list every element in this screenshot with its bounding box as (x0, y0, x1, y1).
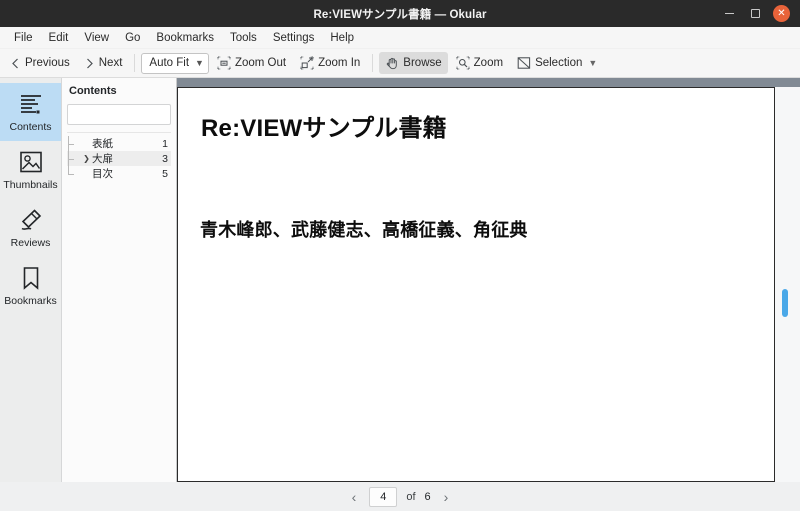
zoom-tool-label: Zoom (473, 57, 504, 69)
toc-item-label: 目次 (92, 168, 113, 180)
toc-item-page: 1 (162, 137, 168, 150)
menu-view[interactable]: View (76, 30, 117, 46)
title-bar: Re:VIEWサンプル書籍 — Okular ✕ (0, 0, 800, 27)
next-label: Next (98, 57, 123, 69)
tree-branch-icon (67, 166, 81, 181)
document-scroll-region[interactable]: Re:VIEWサンプル書籍 青木峰郎、武藤健志、高橋征義、角征典 (177, 87, 800, 482)
bookmarks-icon (18, 265, 44, 291)
vertical-scrollbar[interactable] (775, 87, 800, 482)
contents-search-field[interactable] (67, 104, 171, 125)
chevron-right-icon (84, 57, 95, 70)
sidebar-item-label: Thumbnails (3, 179, 58, 191)
window-title: Re:VIEWサンプル書籍 — Okular (313, 8, 487, 21)
document-authors-text: 青木峰郎、武藤健志、高橋征義、角征典 (200, 220, 528, 240)
toc-item-page: 3 (162, 152, 168, 165)
contents-icon (18, 91, 44, 117)
menu-bookmarks[interactable]: Bookmarks (148, 30, 222, 46)
sidebar-item-contents[interactable]: Contents (0, 83, 61, 141)
next-page-button[interactable]: Next (78, 52, 129, 74)
navigation-rail: Contents Thumbnails Reviews Bookmarks (0, 78, 62, 482)
menu-tools[interactable]: Tools (222, 30, 265, 46)
selection-icon (517, 56, 531, 70)
hand-icon (385, 56, 399, 70)
previous-label: Previous (25, 57, 70, 69)
zoom-out-button[interactable]: Zoom Out (211, 52, 292, 74)
tree-branch-icon (67, 136, 81, 151)
total-pages-label: 6 (424, 490, 431, 503)
zoom-out-icon (217, 56, 231, 70)
chevron-down-icon: ▼ (195, 58, 204, 68)
contents-search-input[interactable] (68, 105, 170, 125)
zoom-tool-button[interactable]: Zoom (450, 52, 509, 74)
zoom-in-label: Zoom In (318, 57, 361, 69)
selection-label: Selection (535, 57, 583, 69)
chevron-left-icon (10, 57, 21, 70)
toolbar-separator-2 (372, 54, 374, 72)
contents-panel-title: Contents (69, 85, 117, 97)
toolbar-separator-1 (134, 54, 136, 72)
browse-tool-button[interactable]: Browse (379, 52, 448, 74)
sidebar-item-bookmarks[interactable]: Bookmarks (0, 257, 61, 315)
document-top-separator (177, 78, 800, 87)
menu-bar: File Edit View Go Bookmarks Tools Settin… (0, 27, 800, 49)
toc-tree: 表紙 1 ❯ 大扉 3 目次 5 (67, 132, 171, 482)
previous-page-button[interactable]: Previous (4, 52, 76, 74)
zoom-tool-icon (456, 56, 470, 70)
minimize-button[interactable] (721, 6, 737, 22)
zoom-in-button[interactable]: Zoom In (294, 52, 366, 74)
main-body: Contents Thumbnails Reviews Bookmarks Co… (0, 78, 800, 482)
window-controls: ✕ (721, 5, 800, 22)
close-button[interactable]: ✕ (773, 5, 790, 22)
previous-page-chevron[interactable]: ‹ (348, 489, 361, 505)
contents-panel: Contents 表紙 1 ❯ 大扉 3 目次 5 (62, 78, 177, 482)
toc-row[interactable]: ❯ 大扉 3 (67, 151, 171, 166)
zoom-mode-select[interactable]: Auto Fit ▼ (141, 52, 209, 74)
page-of-label: of (406, 490, 416, 503)
toc-row[interactable]: 目次 5 (67, 166, 171, 181)
okular-window: Re:VIEWサンプル書籍 — Okular ✕ File Edit View … (0, 0, 800, 511)
reviews-icon (18, 207, 44, 233)
selection-tool-button[interactable]: Selection ▼ (511, 52, 603, 74)
pdf-page[interactable]: Re:VIEWサンプル書籍 青木峰郎、武藤健志、高橋征義、角征典 (177, 87, 775, 482)
status-bar: ‹ 4 of 6 › (0, 482, 800, 511)
maximize-button[interactable] (747, 6, 763, 22)
scrollbar-thumb[interactable] (782, 289, 788, 317)
menu-go[interactable]: Go (117, 30, 148, 46)
sidebar-item-label: Reviews (10, 237, 51, 249)
sidebar-item-label: Contents (9, 121, 52, 133)
toc-item-page: 5 (162, 167, 168, 180)
toc-item-label: 大扉 (92, 153, 113, 165)
minimize-icon (724, 12, 734, 15)
zoom-out-label: Zoom Out (234, 57, 287, 69)
menu-file[interactable]: File (6, 30, 41, 46)
document-title-text: Re:VIEWサンプル書籍 (201, 115, 447, 142)
sidebar-item-label: Bookmarks (4, 295, 57, 307)
current-page-input[interactable]: 4 (369, 486, 398, 507)
sidebar-item-reviews[interactable]: Reviews (0, 199, 61, 257)
menu-settings[interactable]: Settings (265, 30, 323, 46)
toc-item-label: 表紙 (92, 138, 113, 150)
zoom-in-icon (300, 56, 314, 70)
chevron-down-icon[interactable]: ▼ (588, 58, 597, 68)
menu-help[interactable]: Help (322, 30, 362, 46)
menu-edit[interactable]: Edit (41, 30, 77, 46)
maximize-icon (750, 9, 760, 18)
toc-row[interactable]: 表紙 1 (67, 136, 171, 151)
toolbar: Previous Next Auto Fit ▼ Zoom Out Zoom I… (0, 49, 800, 78)
chevron-right-icon[interactable]: ❯ (81, 154, 92, 163)
document-area: Re:VIEWサンプル書籍 青木峰郎、武藤健志、高橋征義、角征典 (177, 78, 800, 482)
tree-branch-icon (67, 151, 81, 166)
browse-label: Browse (403, 57, 442, 69)
thumbnails-icon (18, 149, 44, 175)
sidebar-item-thumbnails[interactable]: Thumbnails (0, 141, 61, 199)
zoom-mode-value: Auto Fit (149, 57, 190, 69)
next-page-chevron[interactable]: › (440, 489, 453, 505)
